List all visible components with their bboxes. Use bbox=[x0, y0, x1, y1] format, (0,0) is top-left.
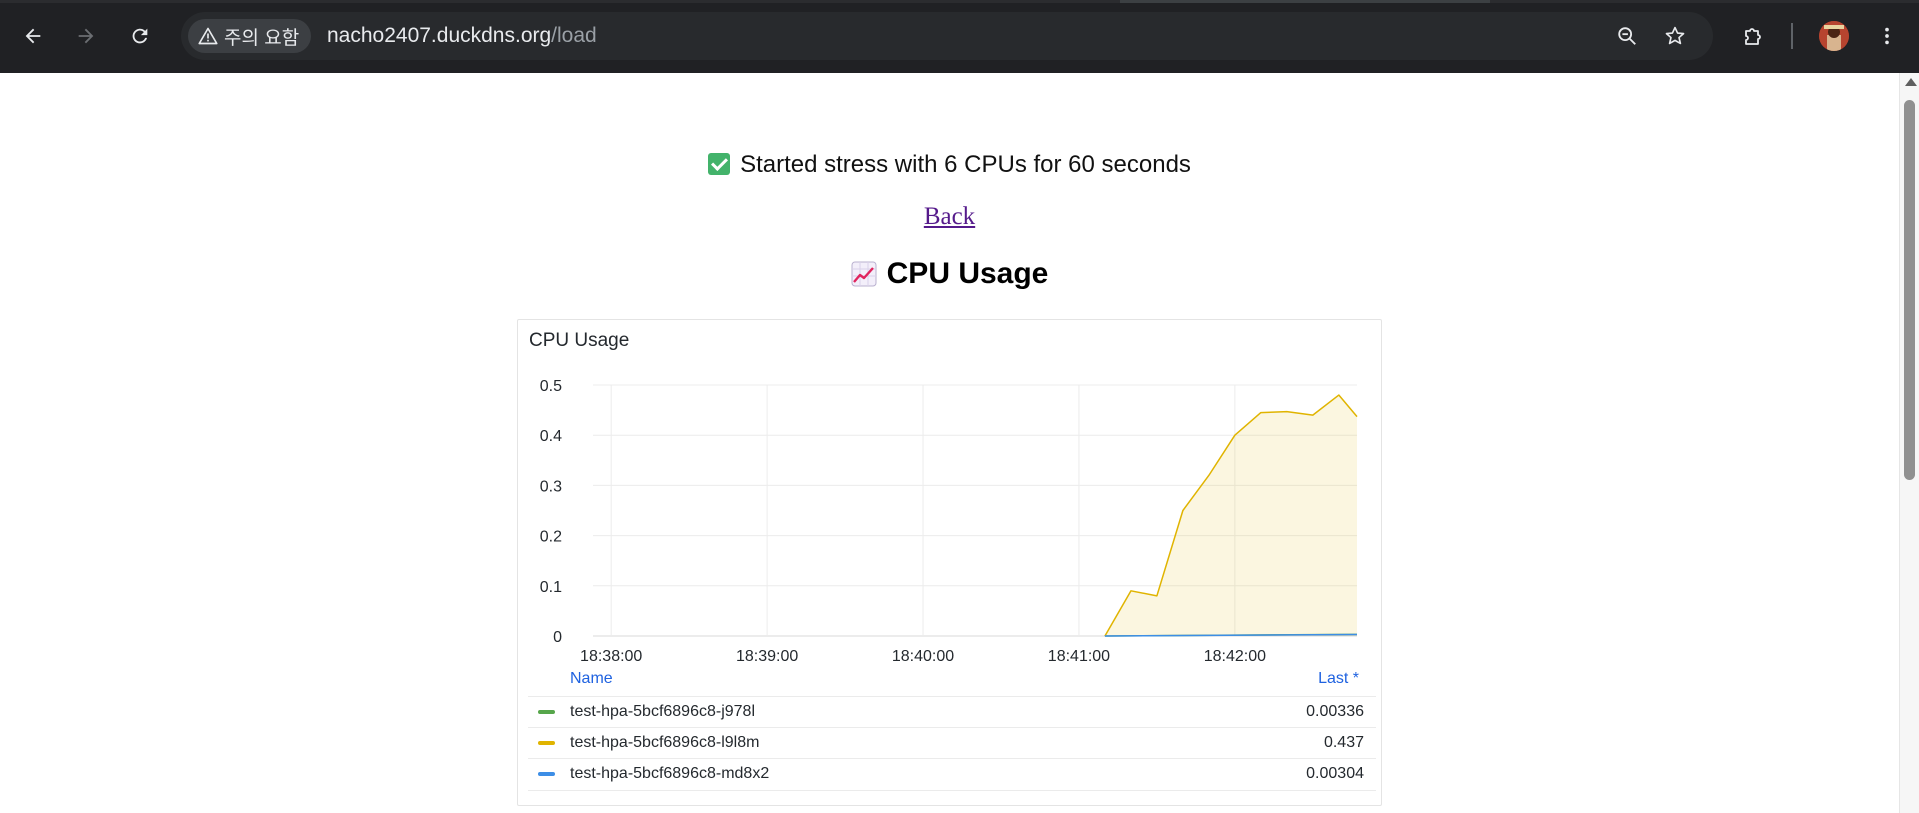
toolbar-divider bbox=[1791, 23, 1793, 49]
back-link[interactable]: Back bbox=[924, 203, 975, 230]
x-tick-label: 18:41:00 bbox=[1048, 648, 1110, 665]
legend-row[interactable]: test-hpa-5bcf6896c8-l9l8m 0.437 bbox=[528, 727, 1376, 759]
series-color-swatch bbox=[538, 710, 555, 714]
legend-header-last[interactable]: Last * bbox=[1318, 670, 1359, 688]
page-heading-text: CPU Usage bbox=[886, 257, 1049, 290]
zoom-button[interactable] bbox=[1610, 19, 1644, 53]
legend-series-last: 0.437 bbox=[1323, 734, 1364, 751]
y-tick-label: 0.4 bbox=[540, 428, 562, 445]
reload-button[interactable] bbox=[123, 19, 157, 53]
profile-picture-icon bbox=[1819, 21, 1849, 51]
address-bar[interactable]: 주의 요함 nacho2407.duckdns.org/load bbox=[181, 12, 1713, 60]
bookmark-button[interactable] bbox=[1658, 19, 1692, 53]
reload-icon bbox=[132, 28, 148, 44]
x-tick-label: 18:39:00 bbox=[736, 648, 798, 665]
star-icon bbox=[1665, 26, 1685, 45]
x-tick-label: 18:40:00 bbox=[892, 648, 954, 665]
series-area-fill bbox=[1104, 395, 1357, 636]
legend-header-name[interactable]: Name bbox=[570, 670, 613, 688]
security-chip[interactable]: 주의 요함 bbox=[188, 19, 312, 53]
more-vert-icon bbox=[1885, 27, 1889, 45]
url-text[interactable]: nacho2407.duckdns.org/load bbox=[327, 24, 597, 48]
legend-series-last: 0.00336 bbox=[1306, 703, 1364, 720]
back-nav-button[interactable] bbox=[16, 19, 50, 53]
security-chip-label: 주의 요함 bbox=[224, 27, 300, 49]
check-mark-button-icon bbox=[708, 153, 731, 175]
browser-toolbar: 주의 요함 nacho2407.duckdns.org/load bbox=[0, 0, 1919, 73]
status-message-text: Started stress with 6 CPUs for 60 second… bbox=[740, 151, 1191, 178]
puzzle-piece-icon bbox=[1745, 28, 1761, 45]
zoom-out-icon bbox=[1618, 27, 1636, 45]
legend-series-name: test-hpa-5bcf6896c8-md8x2 bbox=[570, 765, 770, 782]
tab-strip-indicator bbox=[1120, 0, 1490, 3]
scrollbar-thumb[interactable] bbox=[1904, 100, 1915, 480]
legend-series-last: 0.00304 bbox=[1306, 765, 1364, 782]
page-scrollbar[interactable] bbox=[1899, 73, 1919, 813]
y-tick-label: 0 bbox=[553, 629, 562, 646]
warning-triangle-icon bbox=[198, 27, 218, 45]
extensions-button[interactable] bbox=[1737, 19, 1771, 53]
cpu-usage-panel: CPU Usage 0 0.1 0.2 0.3 0.4 0.5 18:38:00 18:39:… bbox=[517, 319, 1382, 806]
scroll-up-arrow-icon[interactable] bbox=[1905, 78, 1917, 86]
arrow-right-icon bbox=[78, 28, 94, 44]
cpu-usage-chart: 0 0.1 0.2 0.3 0.4 0.5 18:38:00 18:39:00 18:40:00… bbox=[540, 378, 1358, 665]
y-tick-label: 0.1 bbox=[540, 579, 562, 596]
legend-series-name: test-hpa-5bcf6896c8-j978l bbox=[570, 703, 756, 720]
series-color-swatch bbox=[538, 741, 555, 745]
profile-avatar[interactable] bbox=[1819, 21, 1849, 51]
legend-row[interactable]: test-hpa-5bcf6896c8-j978l 0.00336 bbox=[528, 696, 1376, 728]
x-tick-label: 18:42:00 bbox=[1204, 648, 1266, 665]
forward-nav-button[interactable] bbox=[69, 19, 103, 53]
url-host: nacho2407.duckdns.org bbox=[327, 24, 552, 47]
back-link-row: Back bbox=[0, 203, 1899, 231]
tab-strip-edge bbox=[0, 0, 1919, 3]
page-heading: CPU Usage bbox=[0, 257, 1899, 291]
url-path: /load bbox=[551, 24, 597, 47]
y-tick-label: 0.3 bbox=[540, 478, 562, 495]
status-message: Started stress with 6 CPUs for 60 second… bbox=[0, 151, 1899, 179]
legend-row[interactable]: test-hpa-5bcf6896c8-md8x2 0.00304 bbox=[528, 758, 1376, 791]
legend-series-name: test-hpa-5bcf6896c8-l9l8m bbox=[570, 734, 760, 751]
chart-increasing-icon bbox=[851, 261, 877, 287]
x-tick-label: 18:38:00 bbox=[580, 648, 642, 665]
y-tick-label: 0.2 bbox=[540, 529, 562, 546]
arrow-left-icon bbox=[25, 28, 41, 44]
browser-menu-button[interactable] bbox=[1870, 19, 1904, 53]
series-color-swatch bbox=[538, 772, 555, 776]
y-tick-label: 0.5 bbox=[540, 378, 562, 395]
